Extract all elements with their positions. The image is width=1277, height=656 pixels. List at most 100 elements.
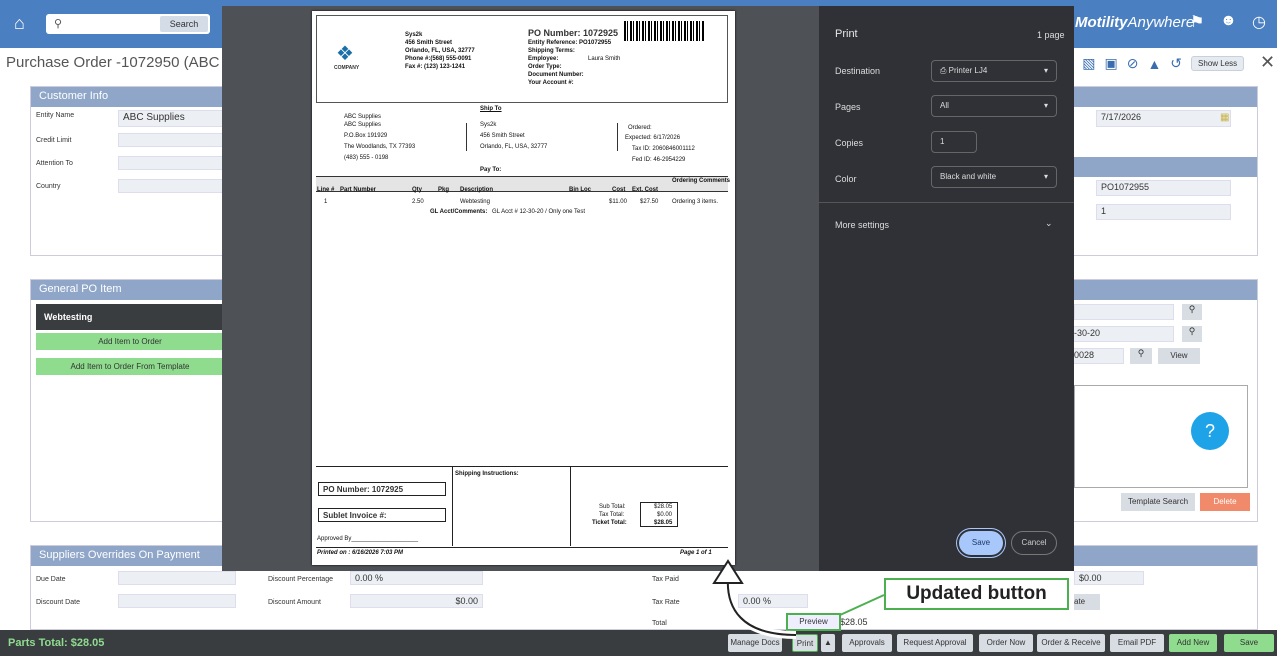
po-number-box: PO Number: 1072925 xyxy=(318,482,446,496)
vendor-line-5: (483) 555 - 0198 xyxy=(344,155,389,161)
add-from-template-button[interactable]: Add Item to Order From Template xyxy=(36,358,224,375)
gl-comments-label: GL Acct/Comments: xyxy=(430,209,488,215)
search-input[interactable]: ⚲ Search xyxy=(46,14,210,34)
po-document-page: ❖ COMPANY Sys2k 456 Smith Street Orlando… xyxy=(312,11,735,565)
chevron-down-icon[interactable]: ⌄ xyxy=(1045,218,1053,229)
undo-icon[interactable]: ↺ xyxy=(1170,55,1182,72)
discount-date-field[interactable] xyxy=(118,594,236,608)
cancel-print-button[interactable]: Cancel xyxy=(1011,531,1057,555)
date-field[interactable]: 7/17/2026 xyxy=(1096,110,1231,127)
divider xyxy=(617,123,618,151)
arrow-head-icon xyxy=(712,559,744,584)
grid-icon[interactable]: ▣ xyxy=(1104,55,1117,72)
quantity-field[interactable]: 1 xyxy=(1096,204,1231,220)
page-title: Purchase Order -1072950 (ABC Su xyxy=(6,54,242,71)
copies-input[interactable]: 1 xyxy=(931,131,977,153)
bell-icon[interactable]: ⚑ xyxy=(1190,12,1204,32)
gl-account-field[interactable]: 2-30-20 xyxy=(1064,326,1174,342)
request-approval-button[interactable]: Request Approval xyxy=(897,634,973,652)
brand-logo: MotilityAnywhere xyxy=(1075,14,1195,31)
color-select[interactable]: Black and white ▾ xyxy=(931,166,1057,188)
attention-to-label: Attention To xyxy=(36,160,73,167)
col-description: Description xyxy=(460,187,494,193)
entity-name-field[interactable]: ABC Supplies xyxy=(118,110,223,127)
vendor-line-3: P.O.Box 191929 xyxy=(344,133,388,139)
company-phone: Phone #:(568) 555-0091 xyxy=(405,56,472,62)
search-icon[interactable]: ⚲ xyxy=(1130,348,1152,364)
block-icon[interactable]: ⊘ xyxy=(1127,55,1139,72)
add-item-button[interactable]: Add Item to Order xyxy=(36,333,224,350)
arrow-outline xyxy=(723,576,797,639)
country-field[interactable] xyxy=(118,179,223,193)
annotation-arrows xyxy=(712,559,885,639)
calendar-icon[interactable]: ▦ xyxy=(1220,112,1229,123)
due-date-field[interactable] xyxy=(118,571,236,585)
your-account: Your Account #: xyxy=(528,80,574,86)
add-new-button[interactable]: Add New xyxy=(1169,634,1217,652)
pay-to-label: Pay To: xyxy=(480,167,502,173)
company-address-2: Orlando, FL, USA, 32777 xyxy=(405,48,475,54)
col-qty: Qty xyxy=(412,187,423,193)
due-date-label: Due Date xyxy=(36,576,66,583)
tax-total-value: $0.00 xyxy=(657,512,673,518)
sub-total-value: $28.05 xyxy=(654,504,673,510)
discount-percentage-field[interactable]: 0.00 % xyxy=(350,571,483,585)
copy-icon[interactable]: ▧ xyxy=(1082,55,1095,72)
color-value: Black and white xyxy=(940,172,997,181)
pages-select[interactable]: All ▾ xyxy=(931,95,1057,117)
destination-label: Destination xyxy=(835,66,881,76)
attention-to-field[interactable] xyxy=(118,156,223,170)
discount-date-label: Discount Date xyxy=(36,599,80,606)
vendor-line-4: The Woodlands, TX 77393 xyxy=(344,144,416,150)
email-pdf-button[interactable]: Email PDF xyxy=(1110,634,1164,652)
search-icon[interactable]: ⚲ xyxy=(1182,326,1202,342)
rate-button[interactable]: ate xyxy=(1074,594,1100,610)
template-search-button[interactable]: Template Search xyxy=(1121,493,1195,511)
search-icon[interactable]: ⚲ xyxy=(1182,304,1202,320)
user-icon[interactable]: ☻ xyxy=(1220,12,1237,30)
po-reference-field[interactable]: PO1072955 xyxy=(1096,180,1231,196)
printed-on: Printed on : 6/16/2026 7:03 PM xyxy=(317,550,404,556)
clock-icon[interactable]: ◷ xyxy=(1252,12,1266,32)
right-field-1[interactable] xyxy=(1074,304,1174,320)
delete-button[interactable]: Delete xyxy=(1200,493,1250,511)
copies-label: Copies xyxy=(835,138,864,148)
webtesting-item[interactable]: Webtesting xyxy=(36,304,224,330)
right-amount-field[interactable]: $0.00 xyxy=(1074,571,1144,585)
row-qty: 2.50 xyxy=(412,199,424,205)
pages-value: All xyxy=(940,101,949,110)
col-ordering-comments: Ordering Comments xyxy=(671,178,730,184)
save-button[interactable]: Save xyxy=(1224,634,1274,652)
discount-amount-field[interactable]: $0.00 xyxy=(350,594,483,608)
home-icon[interactable]: ⌂ xyxy=(14,13,34,33)
show-less-button[interactable]: Show Less xyxy=(1191,56,1245,71)
destination-select[interactable]: ⎙ Printer LJ4 ▾ xyxy=(931,60,1057,82)
printer-icon: ⎙ xyxy=(940,66,949,75)
order-receive-button[interactable]: Order & Receive xyxy=(1037,634,1105,652)
shipping-instructions: Shipping Instructions: xyxy=(455,471,519,477)
right-section-header xyxy=(1074,157,1257,177)
order-now-button[interactable]: Order Now xyxy=(979,634,1033,652)
items-table-header xyxy=(316,176,728,192)
credit-limit-label: Credit Limit xyxy=(36,137,72,144)
search-button[interactable]: Search xyxy=(160,16,208,32)
po-number-title: PO Number: 1072925 xyxy=(528,28,619,38)
credit-limit-field[interactable] xyxy=(118,133,223,147)
discount-percentage-label: Discount Percentage xyxy=(268,576,333,583)
help-icon[interactable]: ? xyxy=(1191,412,1229,450)
toolbar-icons: ▦ ▧ ▣ ⊘ ▲ ↺ Show Less xyxy=(1060,55,1245,72)
company-name: Sys2k xyxy=(405,32,423,38)
more-settings[interactable]: More settings xyxy=(835,220,889,230)
gl-comments-value: GL Acct # 12-30-20 / Only one Test xyxy=(492,209,586,215)
tax-rate-label: Tax Rate xyxy=(652,599,680,606)
row-cost: $11.00 xyxy=(609,199,627,205)
footer-divider xyxy=(570,466,571,546)
view-button[interactable]: View xyxy=(1158,348,1200,364)
entity-reference: Entity Reference: PO1072955 xyxy=(528,40,612,46)
ship-line-2: 456 Smith Street xyxy=(480,133,525,139)
alert-icon[interactable]: ▲ xyxy=(1147,56,1161,72)
close-icon[interactable]: ✕ xyxy=(1260,52,1275,73)
discount-amount-label: Discount Amount xyxy=(268,599,321,606)
col-line: Line # xyxy=(317,187,335,193)
save-print-button[interactable]: Save xyxy=(959,531,1003,555)
